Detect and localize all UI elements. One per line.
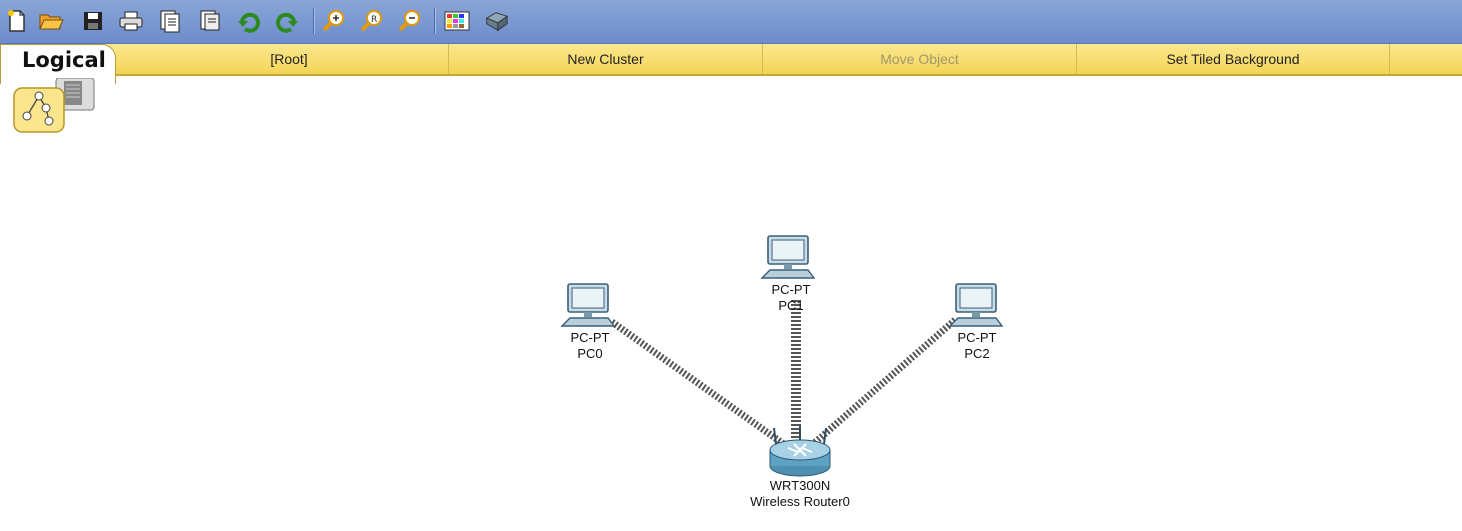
pc1-device[interactable] — [760, 234, 816, 282]
pc-icon — [948, 283, 1004, 327]
root-button[interactable]: [Root] — [130, 44, 449, 74]
palette-icon[interactable] — [444, 7, 470, 35]
main-toolbar: R — [0, 0, 1462, 44]
pc1-label: PC-PT PC1 — [756, 282, 826, 314]
network-canvas[interactable] — [0, 80, 1462, 531]
pc2-label: PC-PT PC2 — [942, 330, 1012, 362]
pc1-type: PC-PT — [771, 282, 811, 297]
new-file-icon[interactable] — [4, 7, 30, 35]
set-tiled-background-button[interactable]: Set Tiled Background — [1077, 44, 1390, 74]
undo-icon[interactable] — [236, 7, 262, 35]
zoom-in-icon[interactable] — [320, 7, 346, 35]
move-object-button[interactable]: Move Object — [763, 44, 1077, 74]
wireless-router-device[interactable] — [764, 424, 836, 480]
pc2-name: PC2 — [964, 346, 990, 361]
tab-logical-label: Logical — [22, 48, 106, 72]
redo-icon[interactable] — [274, 7, 300, 35]
router-type: WRT300N — [769, 478, 831, 493]
pc0-name: PC0 — [577, 346, 603, 361]
pc2-device[interactable] — [948, 282, 1004, 330]
pc0-device[interactable] — [560, 282, 616, 330]
pc-icon — [560, 283, 616, 327]
pc0-label: PC-PT PC0 — [555, 330, 625, 362]
workspace-bar: [Root] New Cluster Move Object Set Tiled… — [0, 44, 1462, 76]
new-cluster-button[interactable]: New Cluster — [449, 44, 763, 74]
pc0-type: PC-PT — [570, 330, 610, 345]
zoom-reset-icon[interactable]: R — [358, 7, 384, 35]
copy-icon[interactable] — [197, 7, 223, 35]
custom-device-icon[interactable] — [483, 7, 509, 35]
link-pc0-router — [609, 319, 788, 448]
print-icon[interactable] — [118, 7, 144, 35]
pc1-name: PC1 — [778, 298, 804, 313]
router-name: Wireless Router0 — [750, 494, 850, 509]
svg-text:R: R — [371, 15, 377, 25]
pc-icon — [760, 235, 816, 279]
zoom-out-icon[interactable] — [396, 7, 422, 35]
router-label: WRT300N Wireless Router0 — [730, 478, 870, 510]
wireless-router-icon — [769, 426, 831, 477]
open-folder-icon[interactable] — [38, 7, 64, 35]
pc2-type: PC-PT — [957, 330, 997, 345]
save-icon[interactable] — [80, 7, 106, 35]
activity-wizard-icon[interactable] — [157, 7, 183, 35]
